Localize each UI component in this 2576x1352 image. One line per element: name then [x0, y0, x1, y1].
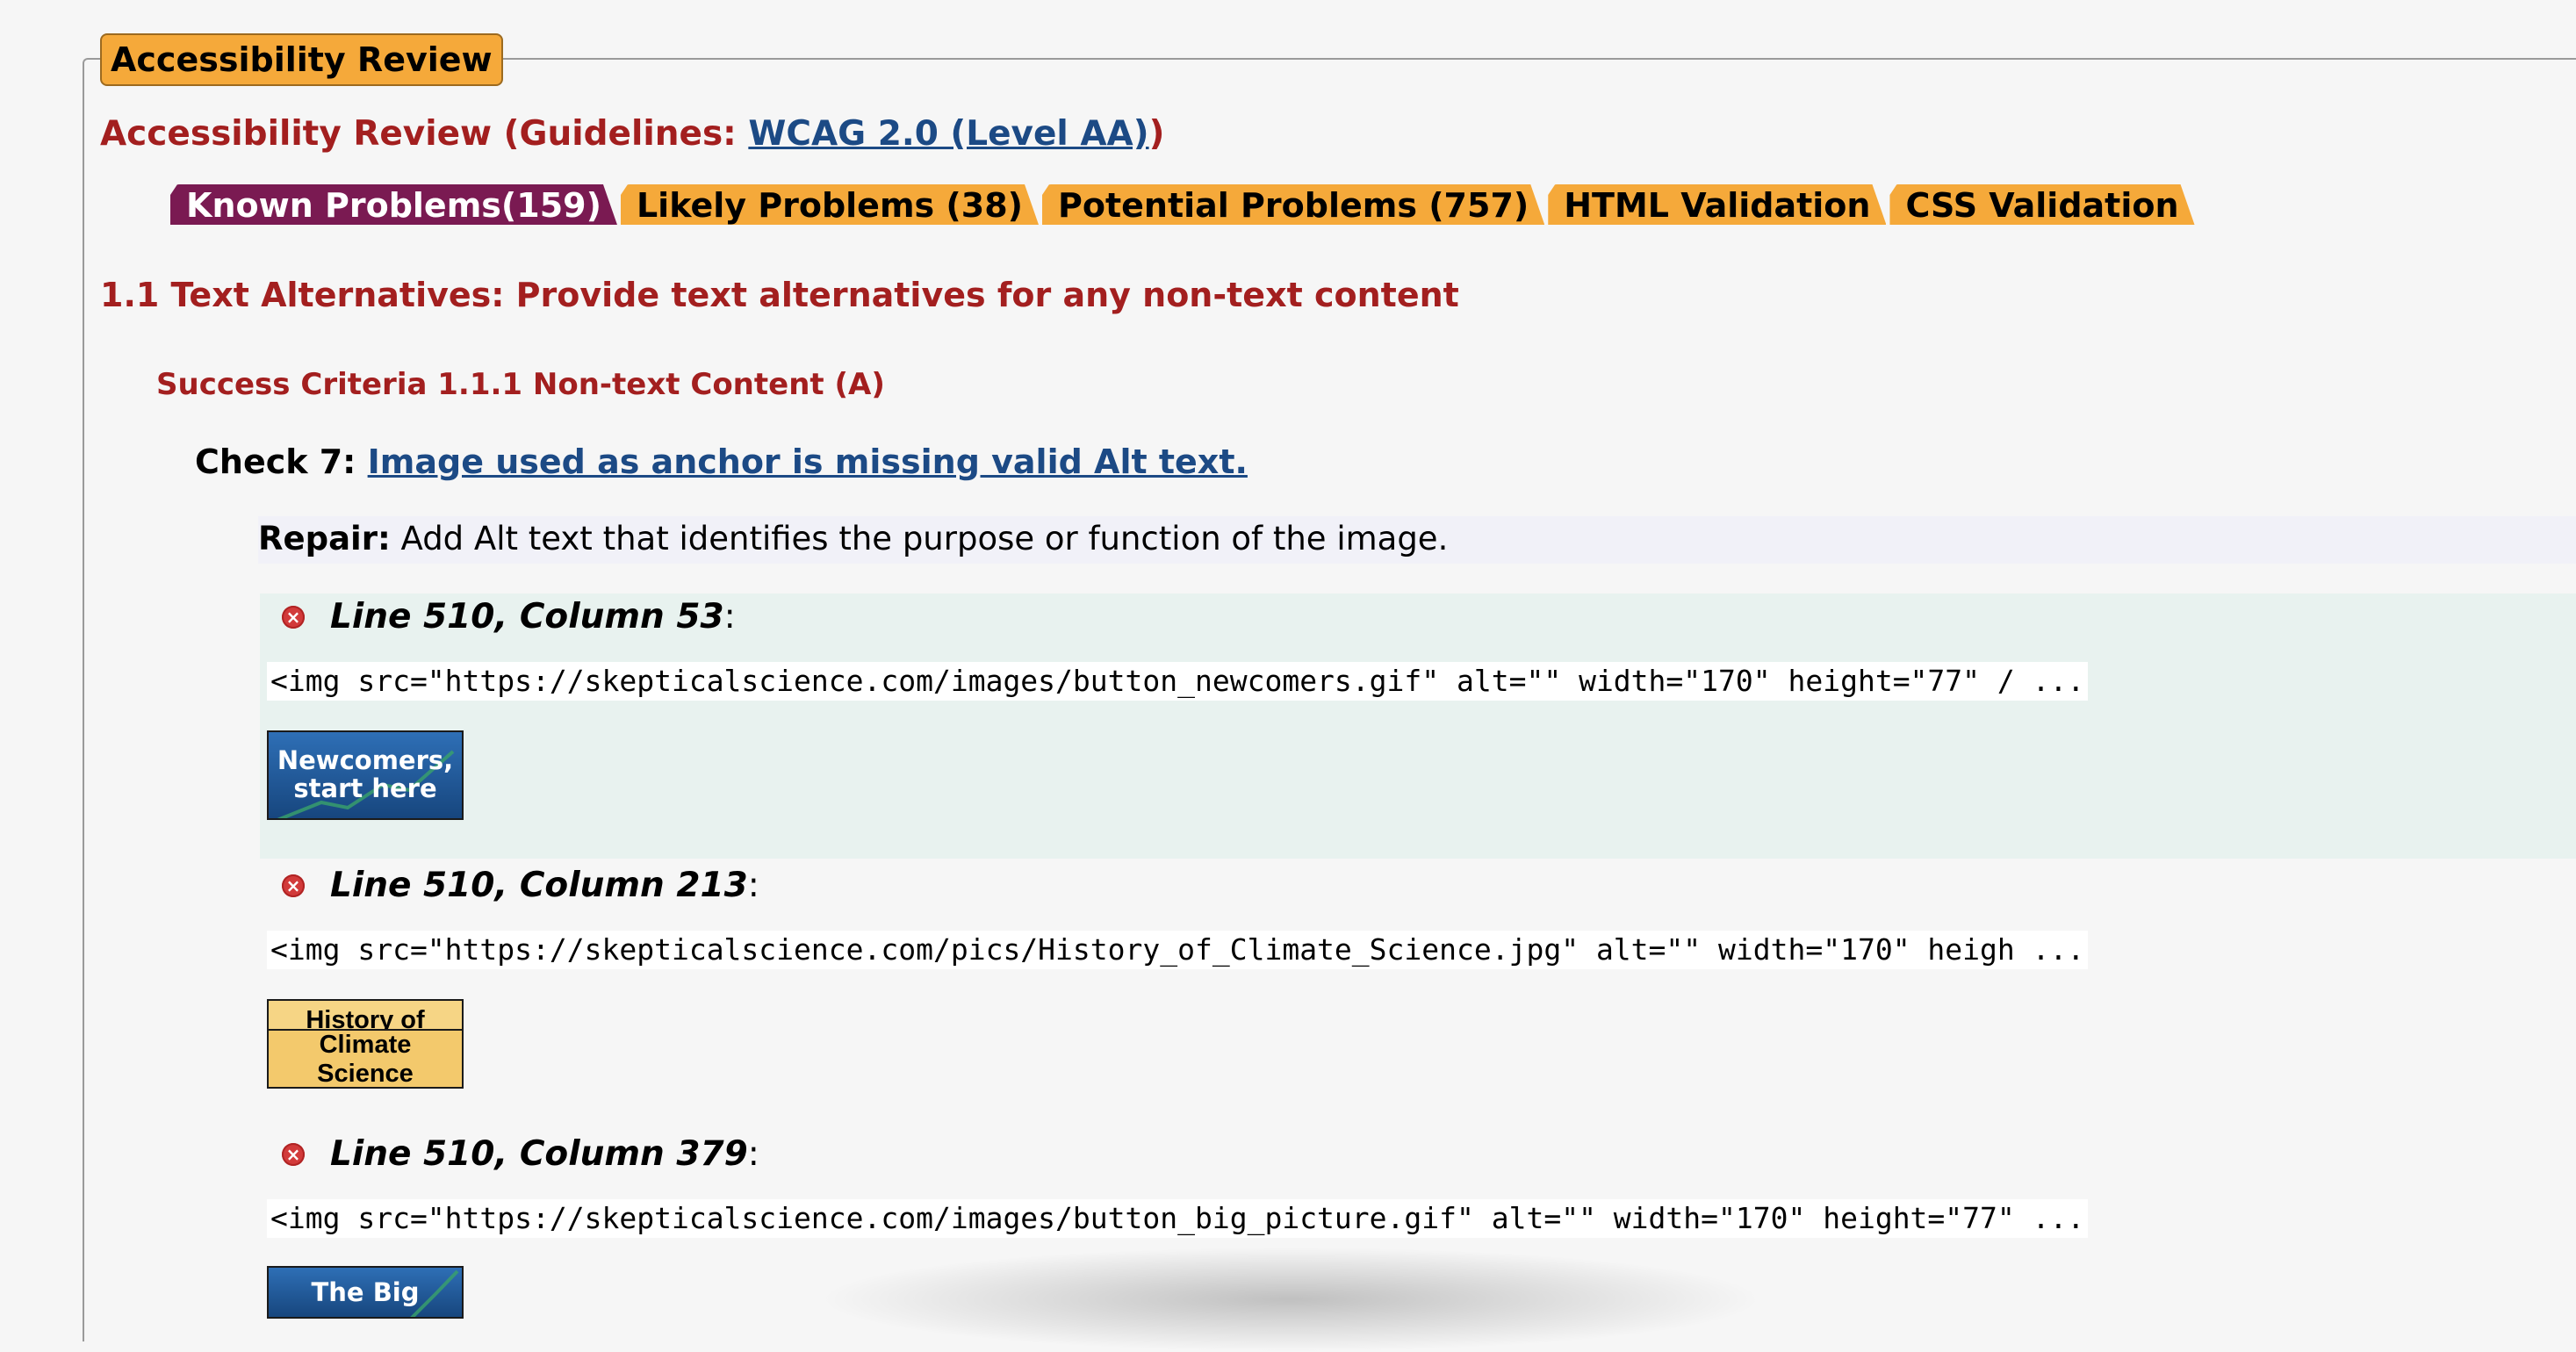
criteria-title: Success Criteria 1.1.1 Non-text Content … — [156, 367, 885, 402]
big-picture-button-image[interactable]: The Big — [267, 1266, 464, 1319]
problem-location: Line 510, Column 379: — [330, 1134, 759, 1174]
big-picture-image-text: The Big — [311, 1277, 420, 1307]
review-heading: Accessibility Review (Guidelines: WCAG 2… — [100, 114, 1164, 154]
review-heading-suffix: ) — [1148, 114, 1165, 154]
section-title: 1.1 Text Alternatives: Provide text alte… — [100, 276, 1459, 314]
repair-text: Repair: Add Alt text that identifies the… — [258, 520, 1448, 557]
error-icon: × — [282, 606, 305, 629]
tab-likely-problems[interactable]: Likely Problems (38) — [621, 184, 1039, 225]
problem-location-colon: : — [723, 597, 736, 636]
newcomers-image-text: Newcomers, start here — [269, 746, 462, 802]
guidelines-link[interactable]: WCAG 2.0 (Level AA) — [748, 114, 1148, 154]
tab-known-problems[interactable]: Known Problems(159) — [170, 184, 617, 225]
repair-label: Repair: — [258, 520, 391, 557]
accessibility-review-legend: Accessibility Review — [100, 33, 503, 86]
error-icon: × — [282, 1143, 305, 1166]
tab-css-validation[interactable]: CSS Validation — [1889, 184, 2194, 225]
check-link[interactable]: Image used as anchor is missing valid Al… — [368, 442, 1248, 481]
newcomers-image-line1: Newcomers, — [277, 745, 454, 775]
check-heading: Check 7: Image used as anchor is missing… — [195, 442, 1248, 481]
problem-location-text: Line 510, Column 53 — [330, 597, 724, 636]
repair-description: Add Alt text that identifies the purpose… — [390, 520, 1449, 557]
history-image-line2: Climate Science — [269, 1029, 462, 1087]
review-tabs: Known Problems(159) Likely Problems (38)… — [170, 184, 2198, 225]
window-shadow — [817, 1247, 1765, 1352]
problem-code: <img src="https://skepticalscience.com/p… — [267, 931, 2089, 969]
problem-location-colon: : — [747, 866, 759, 905]
newcomers-button-image[interactable]: Newcomers, start here — [267, 730, 464, 820]
problem-location-text: Line 510, Column 379 — [330, 1134, 748, 1174]
problem-code: <img src="https://skepticalscience.com/i… — [267, 662, 2089, 701]
history-climate-science-image[interactable]: History of 1930 1940 1950 1960 Climate S… — [267, 999, 464, 1089]
error-icon: × — [282, 874, 305, 897]
review-heading-prefix: Accessibility Review (Guidelines: — [100, 114, 749, 154]
problem-location: Line 510, Column 213: — [330, 866, 759, 905]
problem-location-colon: : — [747, 1134, 759, 1174]
problem-location-text: Line 510, Column 213 — [330, 866, 748, 905]
check-prefix: Check 7: — [195, 442, 368, 481]
problem-location: Line 510, Column 53: — [330, 597, 736, 636]
tab-potential-problems[interactable]: Potential Problems (757) — [1042, 184, 1544, 225]
newcomers-image-line2: start here — [293, 773, 437, 803]
tab-html-validation[interactable]: HTML Validation — [1548, 184, 1886, 225]
problem-code: <img src="https://skepticalscience.com/i… — [267, 1199, 2089, 1238]
